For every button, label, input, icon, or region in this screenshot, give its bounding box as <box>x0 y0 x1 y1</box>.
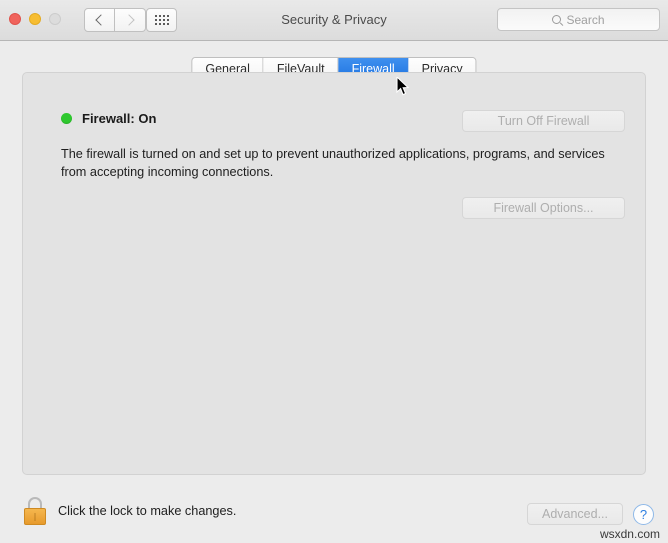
status-indicator-dot <box>61 113 72 124</box>
lock-closed-icon[interactable] <box>24 497 46 525</box>
firewall-panel: Firewall: On Turn Off Firewall The firew… <box>22 72 646 475</box>
search-icon <box>552 15 562 24</box>
firewall-status-row: Firewall: On <box>61 111 156 126</box>
footer-actions: Advanced... ? <box>527 503 654 525</box>
lock-row[interactable]: Click the lock to make changes. <box>24 497 236 525</box>
firewall-options-button[interactable]: Firewall Options... <box>462 197 625 219</box>
help-button[interactable]: ? <box>633 503 654 525</box>
watermark-label: wsxdn.com <box>599 527 660 541</box>
search-field[interactable]: Search <box>497 8 660 31</box>
firewall-description: The firewall is turned on and set up to … <box>61 147 605 180</box>
firewall-status-label: Firewall: On <box>82 111 157 126</box>
window-titlebar: Security & Privacy Search <box>0 0 668 41</box>
lock-hint-label: Click the lock to make changes. <box>58 504 237 518</box>
turn-off-firewall-button[interactable]: Turn Off Firewall <box>462 110 625 132</box>
window-footer: Click the lock to make changes. Advanced… <box>0 475 668 543</box>
search-placeholder: Search <box>566 12 605 27</box>
advanced-button[interactable]: Advanced... <box>527 503 623 525</box>
security-privacy-window: Security & Privacy Search General FileVa… <box>0 0 668 543</box>
